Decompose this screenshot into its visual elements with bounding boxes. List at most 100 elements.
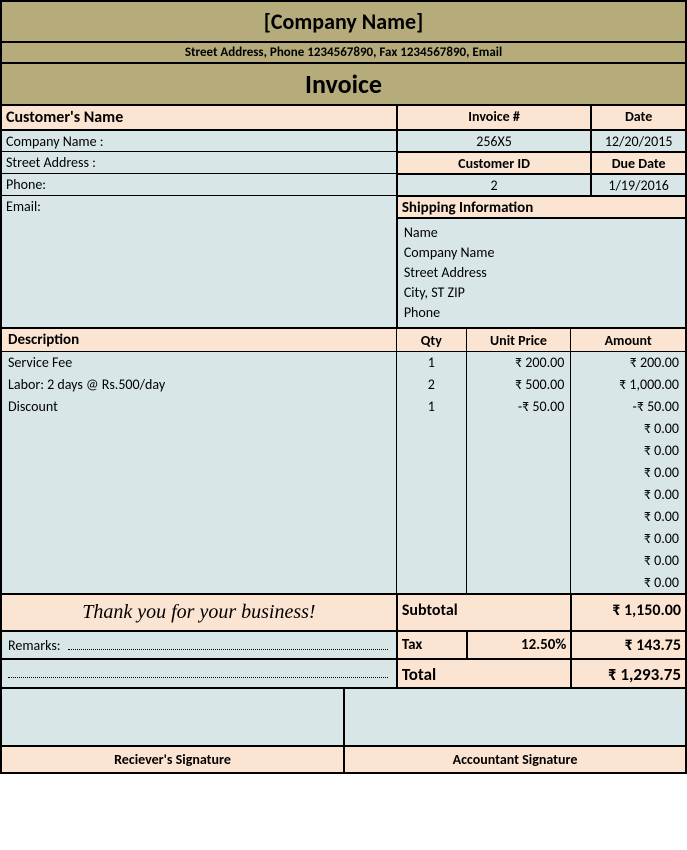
item-unit — [466, 528, 571, 550]
item-desc — [2, 506, 397, 528]
receiver-sig-label: Reciever's Signature — [1, 746, 344, 773]
remarks-row: Remarks: — [1, 631, 397, 659]
tax-amount: ₹ 143.75 — [571, 631, 686, 659]
table-row: ₹ 0.00 — [2, 484, 686, 506]
items-body: Service Fee1₹ 200.00₹ 200.00Labor: 2 day… — [2, 352, 686, 594]
company-address-line: Street Address, Phone 1234567890, Fax 12… — [1, 42, 686, 63]
item-qty — [396, 440, 466, 462]
table-row: ₹ 0.00 — [2, 528, 686, 550]
item-desc — [2, 572, 397, 594]
table-row: ₹ 0.00 — [2, 440, 686, 462]
item-desc: Labor: 2 days @ Rs.500/day — [2, 374, 397, 396]
item-desc — [2, 550, 397, 572]
customer-id-label: Customer ID — [397, 152, 591, 174]
remarks-line-2[interactable] — [8, 664, 388, 678]
item-amount: ₹ 0.00 — [571, 418, 686, 440]
customer-id-value: 2 — [397, 174, 591, 196]
item-unit — [466, 484, 571, 506]
item-desc — [2, 418, 397, 440]
item-qty — [396, 462, 466, 484]
due-date-value: 1/19/2016 — [591, 174, 686, 196]
item-unit — [466, 462, 571, 484]
item-unit: ₹ 200.00 — [466, 352, 571, 374]
due-date-label: Due Date — [591, 152, 686, 174]
accountant-sig-box[interactable] — [344, 688, 686, 746]
item-qty — [396, 572, 466, 594]
item-qty — [396, 484, 466, 506]
item-qty — [396, 418, 466, 440]
item-amount: ₹ 0.00 — [571, 528, 686, 550]
item-amount: ₹ 0.00 — [571, 572, 686, 594]
item-unit: ₹ 500.00 — [466, 374, 571, 396]
remarks-line[interactable] — [68, 636, 388, 650]
items-table: Description Qty Unit Price Amount Servic… — [1, 328, 686, 594]
remarks-row-2 — [1, 659, 397, 688]
table-row: Labor: 2 days @ Rs.500/day2₹ 500.00₹ 1,0… — [2, 374, 686, 396]
tax-label: Tax — [397, 631, 467, 659]
col-unit-price: Unit Price — [466, 329, 571, 352]
item-desc — [2, 462, 397, 484]
invoice-title: Invoice — [1, 63, 686, 105]
items-header-row: Description Qty Unit Price Amount — [2, 329, 686, 352]
item-amount: ₹ 0.00 — [571, 440, 686, 462]
table-row: ₹ 0.00 — [2, 418, 686, 440]
thank-you-message: Thank you for your business! — [1, 594, 397, 631]
item-qty — [396, 528, 466, 550]
customer-phone-label: Phone: — [1, 174, 397, 196]
subtotal-label: Subtotal — [397, 594, 572, 631]
customer-blank-area — [1, 218, 397, 328]
shipping-heading: Shipping Information — [397, 196, 686, 218]
item-qty — [396, 550, 466, 572]
shipping-company: Company Name — [404, 243, 679, 263]
item-desc — [2, 528, 397, 550]
item-amount: ₹ 200.00 — [571, 352, 686, 374]
customer-company-label: Company Name : — [1, 130, 397, 152]
customer-street-label: Street Address : — [1, 152, 397, 174]
item-amount: ₹ 0.00 — [571, 550, 686, 572]
item-desc: Discount — [2, 396, 397, 418]
item-amount: ₹ 1,000.00 — [571, 374, 686, 396]
accountant-sig-label: Accountant Signature — [344, 746, 686, 773]
item-unit: -₹ 50.00 — [466, 396, 571, 418]
item-qty — [396, 506, 466, 528]
item-unit — [466, 440, 571, 462]
item-qty: 1 — [396, 352, 466, 374]
item-unit — [466, 418, 571, 440]
item-unit — [466, 506, 571, 528]
table-row: Service Fee1₹ 200.00₹ 200.00 — [2, 352, 686, 374]
total-value: ₹ 1,293.75 — [571, 659, 686, 688]
invoice-document: [Company Name] Street Address, Phone 123… — [0, 0, 687, 774]
remarks-label: Remarks: — [8, 637, 61, 654]
customer-heading: Customer's Name — [1, 105, 397, 130]
shipping-phone: Phone — [404, 303, 679, 323]
invoice-num-label: Invoice # — [397, 105, 591, 130]
customer-email-label: Email: — [1, 196, 397, 218]
item-amount: ₹ 0.00 — [571, 484, 686, 506]
table-row: ₹ 0.00 — [2, 550, 686, 572]
date-value: 12/20/2015 — [591, 130, 686, 152]
shipping-name: Name — [404, 223, 679, 243]
item-amount: -₹ 50.00 — [571, 396, 686, 418]
item-desc — [2, 440, 397, 462]
table-row: ₹ 0.00 — [2, 572, 686, 594]
shipping-block: Name Company Name Street Address City, S… — [397, 218, 686, 328]
col-description: Description — [2, 329, 397, 352]
item-qty: 1 — [396, 396, 466, 418]
item-desc: Service Fee — [2, 352, 397, 374]
company-name: [Company Name] — [1, 1, 686, 42]
item-amount: ₹ 0.00 — [571, 506, 686, 528]
table-row: ₹ 0.00 — [2, 462, 686, 484]
invoice-num-value: 256X5 — [397, 130, 591, 152]
item-unit — [466, 572, 571, 594]
col-qty: Qty — [396, 329, 466, 352]
tax-rate: 12.50% — [467, 631, 572, 659]
table-row: Discount1-₹ 50.00-₹ 50.00 — [2, 396, 686, 418]
table-row: ₹ 0.00 — [2, 506, 686, 528]
total-label: Total — [397, 659, 572, 688]
receiver-sig-box[interactable] — [1, 688, 344, 746]
col-amount: Amount — [571, 329, 686, 352]
subtotal-value: ₹ 1,150.00 — [571, 594, 686, 631]
item-unit — [466, 550, 571, 572]
item-amount: ₹ 0.00 — [571, 462, 686, 484]
item-qty: 2 — [396, 374, 466, 396]
